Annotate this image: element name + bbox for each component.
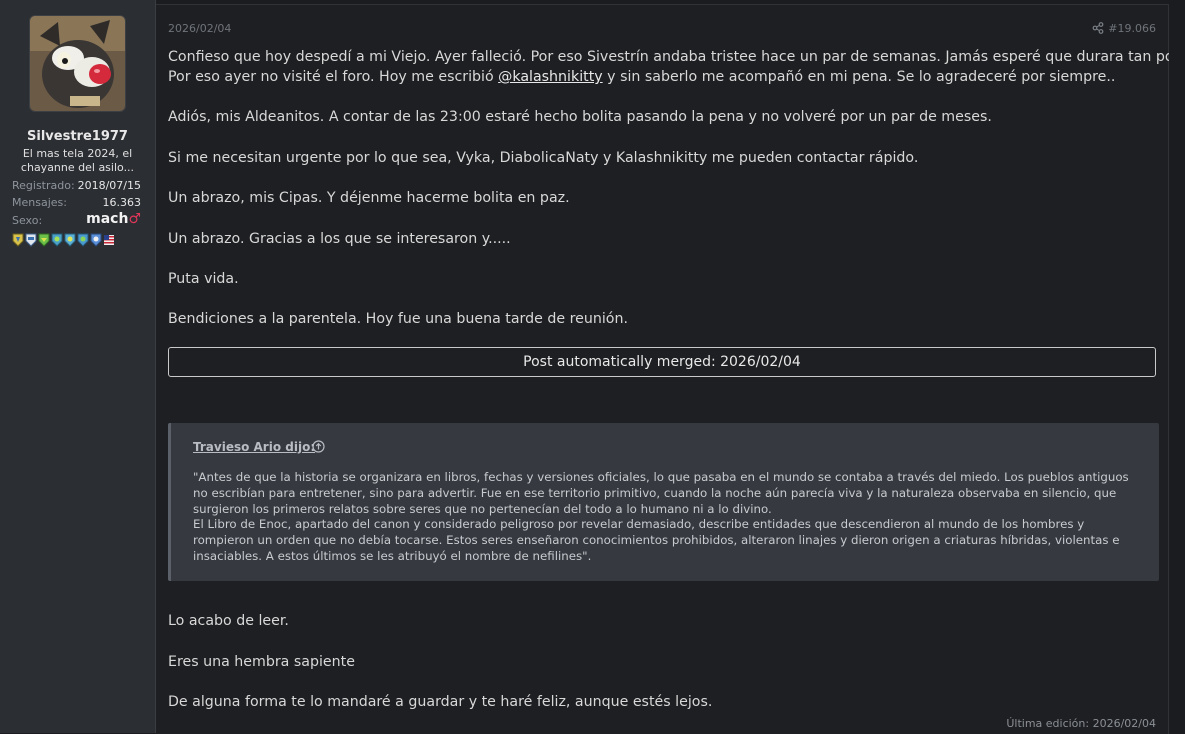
quote-line: rompieron un orden que no debía tocarse.… — [193, 533, 1120, 548]
quote-block: Travieso Ario dijo: "Antes de que la his… — [168, 423, 1159, 581]
post-paragraph: Un abrazo. Gracias a los que se interesa… — [168, 231, 511, 247]
username[interactable]: Silvestre1977 — [0, 129, 155, 144]
male-symbol-icon: ♂ — [128, 211, 141, 227]
stat-value[interactable]: 16.363 — [103, 196, 142, 209]
quote-line: surgieron los primeros relatos sobre ser… — [193, 501, 772, 516]
shield-badge-icon[interactable] — [90, 233, 102, 247]
flag-badge-icon[interactable] — [103, 233, 115, 247]
post-paragraph: Adiós, mis Aldeanitos. A contar de las 2… — [168, 109, 992, 125]
stat-value: 2018/07/15 — [77, 179, 141, 192]
post-paragraph: De alguna forma te lo mandaré a guardar … — [168, 694, 713, 710]
stat-sex: Sexo: mach♂ — [12, 211, 141, 229]
last-edited-note: Última edición: 2026/02/04 — [1006, 717, 1156, 730]
post-paragraph: Por eso ayer no visité el foro. Hoy me e… — [168, 67, 1115, 87]
post-text: y sin saberlo me acompañó en mi pena. Se… — [602, 69, 1116, 85]
merged-notice: Post automatically merged: 2026/02/04 — [168, 347, 1156, 377]
shield-badge-icon[interactable] — [77, 233, 89, 247]
user-title: El mas tela 2024, el chayanne del asilo.… — [10, 147, 145, 175]
shield-badge-icon[interactable] — [64, 233, 76, 247]
user-sidebar: Silvestre1977 El mas tela 2024, el chaya… — [0, 0, 156, 733]
stat-value: mach♂ — [86, 211, 141, 227]
shield-badge-icon[interactable] — [38, 233, 50, 247]
arrow-up-circle-icon[interactable] — [312, 440, 325, 453]
post-date[interactable]: 2026/02/04 — [168, 22, 231, 35]
post-container: 2026/02/04 #19.066 Confieso que hoy desp… — [156, 4, 1185, 734]
post-paragraph: Si me necesitan urgente por lo que sea, … — [168, 150, 919, 166]
trophy-badges — [12, 233, 115, 249]
post-paragraph: Bendiciones a la parentela. Hoy fue una … — [168, 311, 628, 327]
avatar[interactable] — [29, 15, 126, 112]
post-number[interactable]: #19.066 — [1108, 22, 1156, 35]
shield-badge-icon[interactable] — [12, 233, 24, 247]
stat-registered: Registrado: 2018/07/15 — [12, 179, 141, 194]
user-mention-link[interactable]: @kalashnikitty — [498, 69, 602, 85]
post-paragraph: Un abrazo, mis Cipas. Y déjenme hacerme … — [168, 190, 570, 206]
user-title-line: El mas tela 2024, el — [22, 147, 133, 160]
shield-badge-icon[interactable] — [25, 233, 37, 247]
quote-author-link[interactable]: Travieso Ario dijo: — [193, 440, 315, 454]
quote-line: El Libro de Enoc, apartado del canon y c… — [193, 517, 1085, 532]
share-icon[interactable] — [1092, 22, 1104, 34]
post-text: Por eso ayer no visité el foro. Hoy me e… — [168, 69, 499, 85]
post-paragraph: Confieso que hoy despedí a mi Viejo. Aye… — [168, 49, 1185, 65]
user-title-line: chayanne del asilo... — [20, 161, 135, 174]
shield-badge-icon[interactable] — [51, 233, 63, 247]
sex-text: mach — [86, 211, 129, 227]
quote-text: "Antes de que la historia se organizara … — [193, 470, 1133, 565]
quote-line: insaciables. A estos últimos se les atri… — [193, 548, 592, 563]
stat-label: Mensajes: — [12, 196, 67, 209]
stat-label: Registrado: — [12, 179, 75, 192]
post-paragraph: Puta vida. — [168, 271, 239, 287]
page-edge — [1169, 0, 1185, 733]
post-paragraph: Eres una hembra sapiente — [168, 654, 355, 670]
quote-line: no escribían para entretener, sino para … — [193, 485, 1117, 500]
stat-messages: Mensajes: 16.363 — [12, 196, 141, 211]
stat-label: Sexo: — [12, 214, 43, 227]
quote-line: "Antes de que la historia se organizara … — [193, 470, 1129, 484]
post-paragraph: Lo acabo de leer. — [168, 613, 289, 629]
